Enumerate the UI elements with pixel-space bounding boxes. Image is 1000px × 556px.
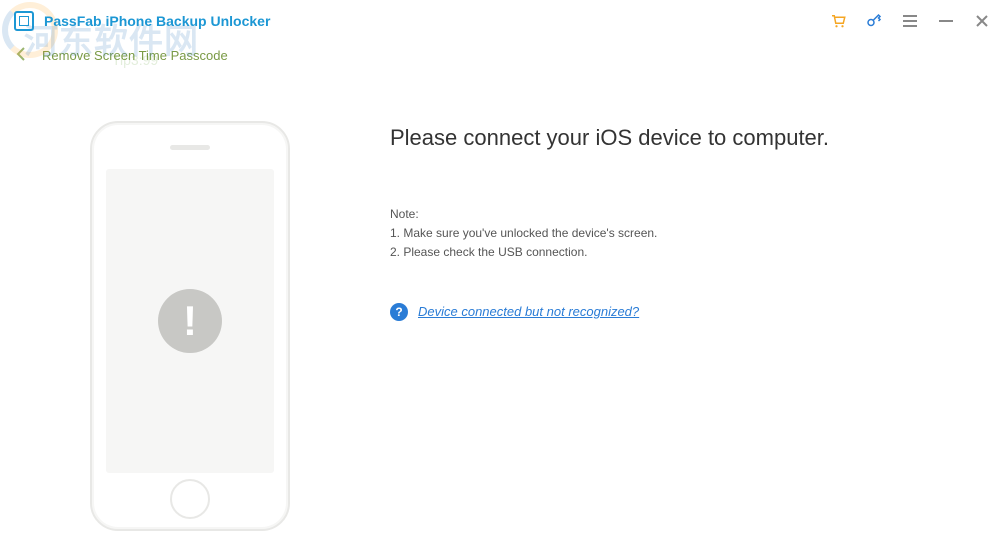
menu-button[interactable] — [898, 9, 922, 33]
breadcrumb: Remove Screen Time Passcode — [0, 42, 1000, 71]
phone-screen: ! — [106, 169, 274, 473]
note-line-1: 1. Make sure you've unlocked the device'… — [390, 224, 960, 243]
main-content: ! Please connect your iOS device to comp… — [0, 71, 1000, 531]
app-logo-icon — [14, 11, 34, 31]
phone-speaker-icon — [170, 145, 210, 150]
help-row: ? Device connected but not recognized? — [390, 303, 960, 321]
help-link[interactable]: Device connected but not recognized? — [418, 304, 639, 319]
chevron-left-icon — [14, 46, 30, 62]
note-line-2: 2. Please check the USB connection. — [390, 243, 960, 262]
back-button[interactable] — [14, 46, 30, 65]
title-bar: PassFab iPhone Backup Unlocker — [0, 0, 1000, 42]
app-title: PassFab iPhone Backup Unlocker — [44, 13, 270, 29]
instruction-column: Please connect your iOS device to comput… — [390, 121, 960, 531]
exclamation-icon: ! — [158, 289, 222, 353]
note-block: Note: 1. Make sure you've unlocked the d… — [390, 205, 960, 263]
close-button[interactable] — [970, 9, 994, 33]
device-illustration-column: ! — [90, 121, 290, 531]
minimize-icon — [939, 20, 953, 22]
note-heading: Note: — [390, 205, 960, 224]
page-headline: Please connect your iOS device to comput… — [390, 125, 960, 151]
title-bar-actions — [826, 0, 994, 42]
key-icon — [865, 12, 883, 30]
hamburger-icon — [903, 15, 917, 17]
close-icon — [976, 15, 988, 27]
key-button[interactable] — [862, 9, 886, 33]
breadcrumb-text: Remove Screen Time Passcode — [42, 48, 228, 63]
cart-icon — [829, 12, 847, 30]
minimize-button[interactable] — [934, 9, 958, 33]
phone-outline-icon: ! — [90, 121, 290, 531]
cart-button[interactable] — [826, 9, 850, 33]
help-icon: ? — [390, 303, 408, 321]
